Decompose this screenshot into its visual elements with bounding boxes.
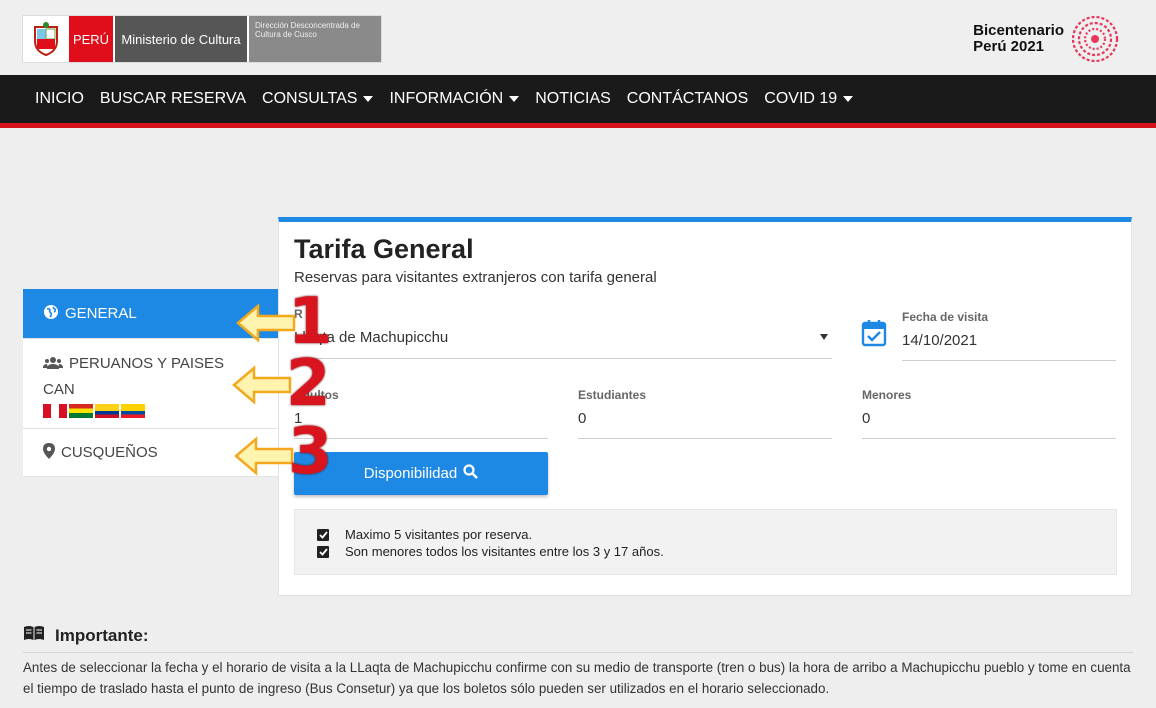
caret-down-icon xyxy=(363,96,374,102)
arrow-left-icon xyxy=(236,303,296,343)
logo-direccion-label: Dirección Desconcentrada de Cultura de C… xyxy=(249,16,381,62)
map-marker-icon xyxy=(43,443,55,463)
caret-down-icon xyxy=(843,96,854,102)
importante-heading: Importante: xyxy=(23,625,149,646)
bolivia-flag-icon xyxy=(69,404,93,418)
divider xyxy=(23,652,1133,653)
nav-covid19-label: COVID 19 xyxy=(764,90,838,107)
top-header: PERÚ Ministerio de Cultura Dirección Des… xyxy=(0,0,1156,75)
nav-informacion[interactable]: INFORMACIÓN xyxy=(381,90,527,108)
can-flags xyxy=(43,404,258,418)
ecuador-flag-icon xyxy=(121,404,145,418)
nav-noticias-label: NOTICIAS xyxy=(535,90,611,107)
note-text: Son menores todos los visitantes entre l… xyxy=(345,544,664,559)
fecha-visita-field[interactable]: Fecha de visita 14/10/2021 xyxy=(902,310,1116,361)
navbar-accent-line xyxy=(0,123,1156,128)
tab-peruanos-label: PERUANOS Y PAISES CAN xyxy=(43,355,225,398)
nav-contactanos-label: CONTÁCTANOS xyxy=(626,90,749,107)
estudiantes-value: 0 xyxy=(578,410,587,427)
peru-flag-icon xyxy=(43,404,67,418)
card-subtitle: Reservas para visitantes extranjeros con… xyxy=(294,269,657,286)
estudiantes-field[interactable]: Estudiantes 0 xyxy=(578,388,832,439)
card-title: Tarifa General xyxy=(294,234,474,264)
nav-buscar-reserva-label: BUSCAR RESERVA xyxy=(99,90,247,107)
note-item: Son menores todos los visitantes entre l… xyxy=(317,543,1116,560)
ruta-select[interactable]: R Llaqta de Machupicchu xyxy=(294,307,832,359)
nav-covid19[interactable]: COVID 19 xyxy=(756,90,861,108)
globe-icon xyxy=(43,304,59,324)
tarifa-general-card: Tarifa General Reservas para visitantes … xyxy=(278,217,1132,596)
nav-noticias[interactable]: NOTICIAS xyxy=(527,90,619,108)
logo-ministerio-label: Ministerio de Cultura xyxy=(115,16,247,62)
arrow-left-icon xyxy=(234,436,294,476)
nav-contactanos[interactable]: CONTÁCTANOS xyxy=(619,90,756,108)
search-icon xyxy=(463,464,479,483)
menores-label: Menores xyxy=(862,388,912,402)
coat-of-arms-icon xyxy=(23,16,69,62)
annotation-number: 3 xyxy=(288,415,333,489)
bicentenario-line2: Perú 2021 xyxy=(973,38,1045,55)
tab-general-label: GENERAL xyxy=(65,305,137,322)
nav-informacion-label: INFORMACIÓN xyxy=(389,90,504,107)
book-open-icon xyxy=(23,625,45,646)
menores-field[interactable]: Menores 0 xyxy=(862,388,1116,439)
fecha-label: Fecha de visita xyxy=(902,310,989,324)
menores-value: 0 xyxy=(862,410,871,427)
nav-inicio-label: INICIO xyxy=(35,90,84,107)
fecha-value: 14/10/2021 xyxy=(902,332,978,349)
note-text: Maximo 5 visitantes por reserva. xyxy=(345,527,533,542)
nav-consultas[interactable]: CONSULTAS xyxy=(254,90,381,108)
checkbox-checked-icon xyxy=(317,528,329,541)
nav-buscar-reserva[interactable]: BUSCAR RESERVA xyxy=(92,90,254,108)
nav-inicio[interactable]: INICIO xyxy=(27,90,92,108)
bicentenario-line1: Bicentenario xyxy=(973,22,1064,39)
caret-down-icon xyxy=(509,96,520,102)
arrow-left-icon xyxy=(232,365,292,405)
bicentenario-emblem-icon xyxy=(1071,15,1119,63)
users-icon xyxy=(43,354,63,378)
checkbox-checked-icon xyxy=(317,545,329,558)
select-caret-icon xyxy=(820,334,828,340)
bicentenario-logo: Bicentenario Perú 2021 xyxy=(973,14,1120,64)
annotation-number: 2 xyxy=(286,347,331,421)
importante-title: Importante: xyxy=(55,625,149,645)
disponibilidad-label: Disponibilidad xyxy=(363,465,458,482)
logo-peru-label: PERÚ xyxy=(69,16,113,62)
importante-text: Antes de seleccionar la fecha y el horar… xyxy=(23,660,1131,696)
nav-consultas-label: CONSULTAS xyxy=(262,90,358,107)
annotation-number: 1 xyxy=(288,285,333,359)
estudiantes-label: Estudiantes xyxy=(578,388,647,402)
ministerio-logo[interactable]: PERÚ Ministerio de Cultura Dirección Des… xyxy=(22,15,382,63)
calendar-icon[interactable] xyxy=(861,319,887,352)
reservation-notes: Maximo 5 visitantes por reserva. Son men… xyxy=(294,509,1117,575)
colombia-flag-icon xyxy=(95,404,119,418)
main-navbar: INICIO BUSCAR RESERVA CONSULTAS INFORMAC… xyxy=(0,75,1156,123)
tab-cusquenos-label: CUSQUEÑOS xyxy=(61,444,158,461)
note-item: Maximo 5 visitantes por reserva. xyxy=(317,526,1116,543)
